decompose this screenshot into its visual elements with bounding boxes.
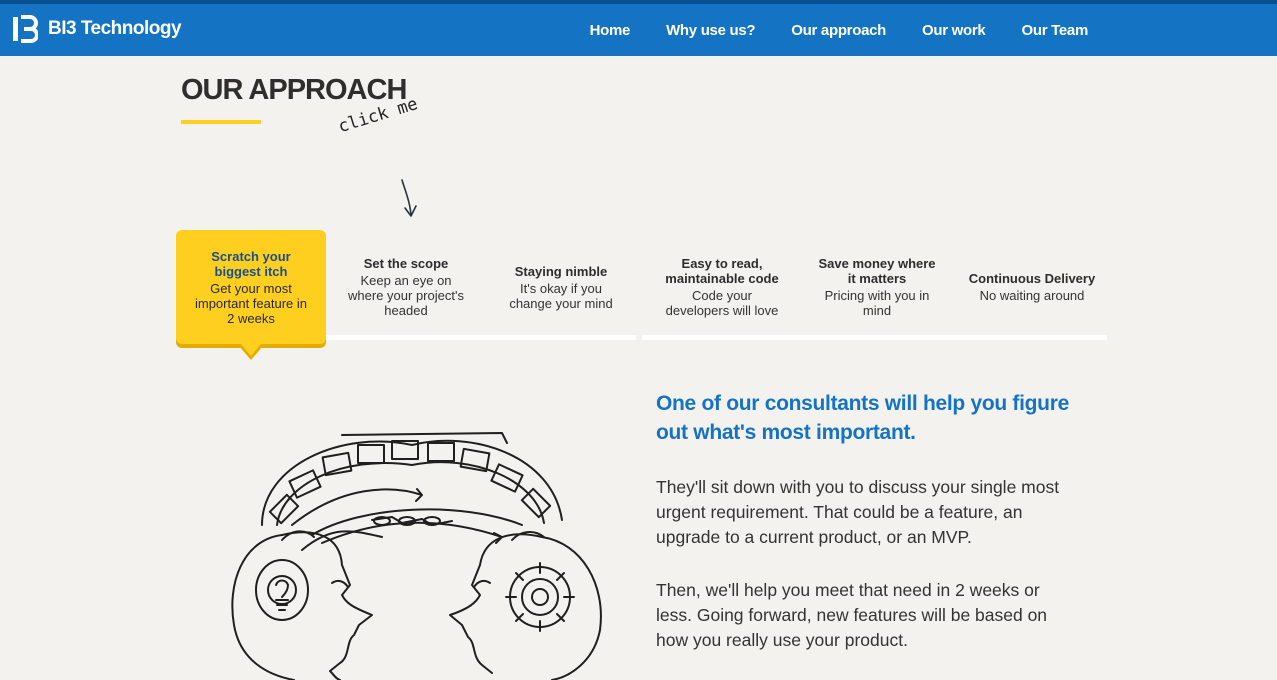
step-title: Save money where it matters bbox=[818, 256, 936, 286]
step-title: Set the scope bbox=[363, 256, 449, 271]
paragraph-two-weeks: Then, we'll help you meet that need in 2… bbox=[656, 580, 1048, 650]
arrow-down-icon bbox=[401, 179, 417, 217]
navbar: BI3 Technology Home Why use us? Our appr… bbox=[0, 4, 1277, 56]
title-underline bbox=[181, 120, 261, 124]
step-title: Easy to read, maintainable code bbox=[665, 256, 779, 286]
step-title: Staying nimble bbox=[514, 263, 608, 279]
step-set-scope[interactable]: Set the scope Keep an eye on where your … bbox=[331, 230, 481, 344]
step-desc: Keep an eye on where your project's head… bbox=[348, 273, 464, 318]
main-nav: Home Why use us? Our approach Our work O… bbox=[554, 4, 1089, 56]
paragraph-consultants: They'll sit down with you to discuss you… bbox=[656, 477, 1060, 547]
brand-name: BI3 Technology bbox=[48, 18, 182, 39]
step-save-money[interactable]: Save money where it matters Pricing with… bbox=[802, 230, 952, 344]
step-staying-nimble[interactable]: Staying nimble It's okay if you change y… bbox=[486, 230, 636, 344]
step-continuous-delivery[interactable]: Continuous Delivery No waiting around bbox=[957, 230, 1107, 344]
step-desc: Get your most important feature in 2 wee… bbox=[194, 280, 307, 326]
b3-logo-icon bbox=[13, 15, 38, 43]
step-title: Continuous Delivery bbox=[968, 271, 1096, 286]
step-title: Scratch your biggest itch bbox=[211, 248, 291, 279]
brand-logo[interactable]: BI3 Technology bbox=[12, 15, 182, 43]
step-desc: Code your developers will love bbox=[665, 288, 779, 318]
page-title: OUR APPROACH bbox=[181, 74, 407, 106]
heads-connected-illustration bbox=[231, 432, 602, 680]
section-lead: One of our consultants will help you fig… bbox=[656, 392, 1069, 444]
nav-why-use-us[interactable]: Why use us? bbox=[666, 22, 756, 39]
step-desc: It's okay if you change your mind bbox=[509, 280, 613, 311]
step-scratch-itch[interactable]: Scratch your biggest itch Get your most … bbox=[176, 230, 326, 344]
nav-our-team[interactable]: Our Team bbox=[1021, 22, 1088, 39]
nav-home[interactable]: Home bbox=[590, 22, 631, 39]
nav-our-work[interactable]: Our work bbox=[922, 22, 986, 39]
nav-our-approach[interactable]: Our approach bbox=[791, 22, 886, 39]
step-maintainable-code[interactable]: Easy to read, maintainable code Code you… bbox=[647, 230, 797, 344]
active-step-pointer-fill bbox=[241, 344, 261, 356]
step-desc: No waiting around bbox=[979, 288, 1085, 303]
step-desc: Pricing with you in mind bbox=[824, 288, 930, 318]
